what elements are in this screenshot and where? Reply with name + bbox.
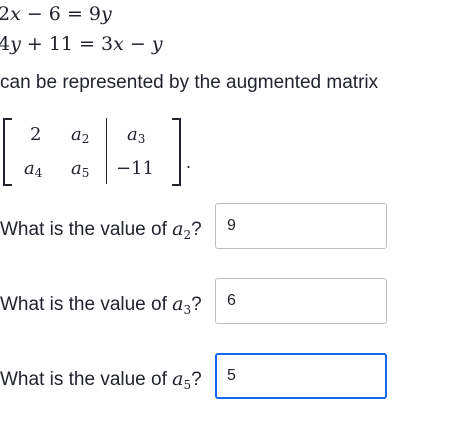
matrix-cell-r2c2-sub: 5 [81,166,90,180]
question-2-label: What is the value of a3? [0,293,202,317]
matrix-cell-r1c3: a3 [127,124,145,146]
equation-1: 2x − 6 = 9y [0,3,112,25]
eq2-minus: − [123,33,152,55]
question-1-prefix: What is the value of [0,219,173,240]
question-3-var-letter: a [172,368,184,390]
equation-2: 4y + 11 = 3x − y [0,33,163,55]
eq2-variable-y2: y [151,33,163,55]
question-1-var-sub: 2 [183,228,192,242]
question-1-suffix: ? [191,219,202,240]
eq1-coefficient: 2 [0,3,11,25]
matrix-cell-r2c2-var: a [71,158,82,179]
answer-input-a3[interactable] [215,278,387,324]
matrix-right-bracket [172,118,181,186]
matrix-augment-divider [106,118,107,184]
matrix-cell-r2c1-var: a [24,158,35,179]
matrix-cell-r2c1-sub: 4 [34,166,43,180]
eq2-variable-y: y [10,33,21,55]
matrix-cell-r1c3-sub: 3 [137,132,146,146]
matrix-cell-r2c3: −11 [116,158,154,179]
matrix-cell-r1c1: 2 [30,124,41,145]
question-1-var-letter: a [172,218,184,240]
matrix-period: . [186,152,192,172]
eq2-variable-x: x [113,33,124,55]
question-2-var-sub: 3 [183,303,192,317]
question-3-prefix: What is the value of [0,369,173,390]
question-3-variable: a5 [172,368,192,392]
matrix-cell-r2c3-value: −11 [116,158,154,179]
matrix-cell-r1c3-var: a [127,124,138,145]
answer-input-a2[interactable] [215,203,387,249]
question-1-label: What is the value of a2? [0,218,202,242]
question-2-var-letter: a [172,293,184,315]
augmented-matrix: 2 a2 a3 a4 a5 −11 . [0,116,200,188]
question-1-variable: a2 [172,218,192,242]
question-2-prefix: What is the value of [0,294,173,315]
question-2-variable: a3 [172,293,192,317]
question-3-suffix: ? [191,369,202,390]
eq1-variable-y: y [101,3,112,25]
eq2-middle: + 11 = 3 [20,33,114,55]
question-3-var-sub: 5 [183,378,192,392]
eq1-variable-x: x [10,3,21,25]
question-3-label: What is the value of a5? [0,368,202,392]
matrix-left-bracket [3,118,12,186]
question-2-suffix: ? [191,294,202,315]
eq2-coefficient: 4 [0,33,11,55]
matrix-cell-r1c2-sub: 2 [81,132,90,146]
intro-text: can be represented by the augmented matr… [0,72,379,93]
matrix-cell-r1c1-value: 2 [30,124,42,145]
eq1-middle: − 6 = 9 [20,3,101,25]
matrix-cell-r1c2-var: a [71,124,82,145]
answer-input-a5[interactable] [215,353,387,399]
matrix-cell-r2c1: a4 [24,158,42,180]
matrix-cell-r2c2: a5 [71,158,89,180]
matrix-cell-r1c2: a2 [71,124,89,146]
